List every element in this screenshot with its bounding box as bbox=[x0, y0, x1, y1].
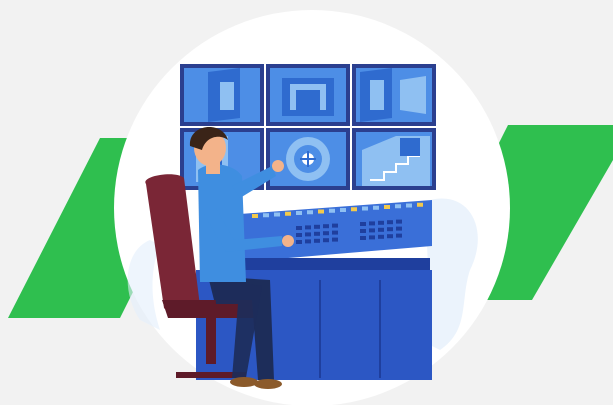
console-indicator-light bbox=[395, 204, 401, 209]
console-indicator-light bbox=[340, 208, 346, 212]
console-key bbox=[369, 228, 375, 233]
console-key bbox=[396, 226, 402, 231]
console-key bbox=[305, 239, 311, 244]
console-key bbox=[378, 227, 384, 232]
console-indicator-light bbox=[329, 208, 335, 213]
console-indicator-light bbox=[318, 209, 324, 214]
console-key bbox=[314, 224, 320, 229]
console-key bbox=[332, 223, 338, 228]
console-key bbox=[296, 240, 302, 244]
console-key bbox=[387, 234, 393, 239]
console-indicator-light bbox=[285, 211, 291, 216]
console-key bbox=[396, 219, 402, 224]
monitor-screen bbox=[266, 128, 350, 190]
operator-hand bbox=[282, 235, 294, 247]
console-key bbox=[314, 231, 320, 236]
console-key bbox=[387, 220, 393, 225]
console-key bbox=[305, 225, 311, 230]
console-indicator-light bbox=[274, 212, 280, 217]
console-key bbox=[360, 229, 366, 233]
console-key bbox=[378, 220, 384, 225]
console-key bbox=[396, 233, 402, 238]
console-indicator-light bbox=[252, 214, 258, 218]
monitor-screen bbox=[352, 64, 436, 126]
console-indicator-light bbox=[263, 213, 269, 218]
console-indicator-light bbox=[307, 210, 313, 215]
console-indicator-light bbox=[351, 207, 357, 212]
console-key bbox=[369, 235, 375, 240]
console-key bbox=[369, 221, 375, 226]
monitor-screen bbox=[180, 64, 264, 126]
console-key bbox=[332, 230, 338, 235]
console-key bbox=[314, 238, 320, 243]
vault-door-icon bbox=[286, 137, 330, 181]
console-key bbox=[296, 226, 302, 230]
console-key bbox=[378, 234, 384, 239]
monitor-screen bbox=[266, 64, 350, 126]
console-indicator-light bbox=[417, 202, 423, 207]
console-indicator-light bbox=[406, 203, 412, 208]
console-key bbox=[360, 236, 366, 240]
operator-shoe bbox=[230, 377, 258, 387]
console-indicator-light bbox=[362, 206, 368, 211]
console-key bbox=[323, 224, 329, 229]
illustration-svg bbox=[8, 10, 613, 405]
illustration-stage bbox=[0, 0, 613, 405]
monitor-screen bbox=[352, 128, 436, 190]
console-indicator-light bbox=[296, 211, 302, 215]
console-key bbox=[332, 237, 338, 242]
console-key bbox=[296, 233, 302, 237]
console-indicator-light bbox=[373, 205, 379, 210]
operator-hand bbox=[272, 160, 284, 172]
desk-front bbox=[230, 258, 430, 270]
console-key bbox=[387, 227, 393, 232]
console-key bbox=[360, 222, 366, 226]
operator-shoe bbox=[254, 379, 282, 389]
console-key bbox=[323, 231, 329, 236]
console-key bbox=[323, 238, 329, 243]
console-key bbox=[305, 232, 311, 237]
console-indicator-light bbox=[384, 205, 390, 209]
chair-post bbox=[206, 318, 216, 364]
